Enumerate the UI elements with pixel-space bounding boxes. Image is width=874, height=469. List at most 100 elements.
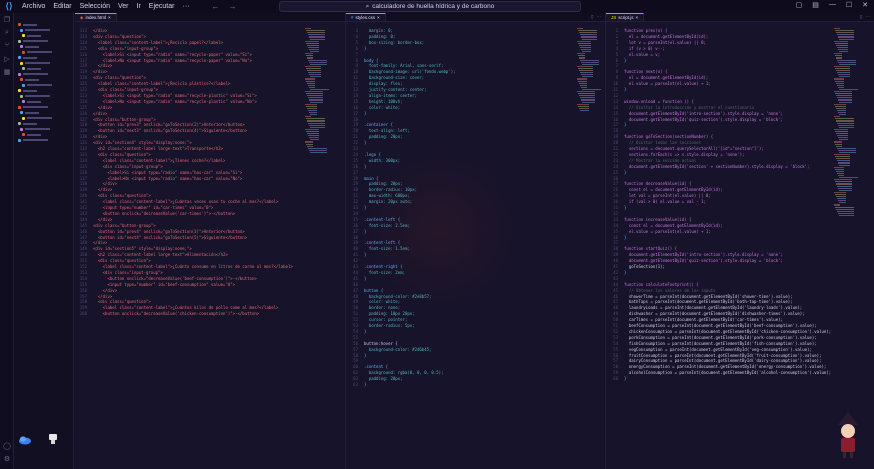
code-line[interactable]: <h2 class="content-label large-text">Tra… (93, 146, 223, 151)
code-line[interactable]: background-image: url('fondo.webp'); (364, 69, 456, 74)
code-line[interactable]: <label>Si <input type="radio" name="recy… (93, 52, 252, 57)
code-line[interactable]: <input type="number" id="car-times" valu… (93, 205, 214, 210)
code-line[interactable]: <div class="button-group"> (93, 117, 156, 122)
code-line[interactable]: let val = parseInt(el.value) || 0; (624, 193, 711, 198)
code-line[interactable]: </div> (93, 288, 117, 293)
code-line[interactable]: function prev(n) { (624, 28, 667, 33)
code-line[interactable]: <label>No <input type="radio" name="recy… (93, 99, 257, 104)
settings-gear-icon[interactable]: ⚙ (0, 452, 14, 465)
code-line[interactable]: <input type="number" id="beef-consumptio… (93, 282, 235, 287)
code-line[interactable]: background: rgba(0, 0, 0, 0.5); (364, 370, 444, 375)
split-editor-icon[interactable]: ▯ (591, 14, 593, 20)
code-line[interactable]: width: 300px; (364, 158, 400, 163)
menu-ver[interactable]: Ver (114, 3, 133, 10)
minimap[interactable] (834, 28, 858, 469)
code-line[interactable]: <div class="question"> (93, 75, 146, 80)
code-line[interactable]: // Mostrar la sección actual (624, 158, 696, 163)
split-editor-icon[interactable]: ▯ (860, 14, 862, 20)
code-line[interactable]: let v = parseInt(el.value) || 0; (624, 40, 706, 45)
code-line[interactable]: laundryLoads = parseInt(document.getElem… (624, 305, 802, 310)
code-line[interactable]: dairyConsumption = parseInt(document.get… (624, 358, 822, 363)
code-line[interactable]: } (624, 122, 626, 127)
menu-ir[interactable]: Ir (133, 3, 145, 10)
code-line[interactable]: color: white; (364, 105, 400, 110)
explorer-item[interactable] (14, 138, 73, 144)
code-line[interactable]: <button onclick="decreaseValue('chicken-… (93, 311, 260, 316)
code-line[interactable]: document.getElementById('quiz-section').… (624, 117, 783, 122)
code-line[interactable]: goToSection(1); (624, 264, 665, 269)
code-line[interactable]: <h2 class="content-label large-text">Ali… (93, 252, 228, 257)
code-line[interactable]: function increaseValue(id) { (624, 217, 691, 222)
menu-seleccion[interactable]: Selección (76, 3, 114, 10)
code-line[interactable]: </div> (93, 111, 107, 116)
code-line[interactable]: color: white; (364, 299, 400, 304)
code-line[interactable]: <label>Si <input type="radio" name="recy… (93, 93, 257, 98)
code-line[interactable]: padding: 20px; (364, 376, 403, 381)
code-line[interactable]: // Obtener los valores de los inputs (624, 288, 716, 293)
code-line[interactable]: fishConsumption = parseInt(document.getE… (624, 341, 817, 346)
panel-icon[interactable]: ▤ (812, 1, 819, 9)
code-line[interactable]: showerTime = parseInt(document.getElemen… (624, 294, 793, 299)
code-line[interactable]: button { (364, 288, 383, 293)
code-line[interactable]: padding: 0; (364, 34, 396, 39)
run-debug-icon[interactable]: ▷ (0, 52, 14, 65)
code-line[interactable]: <div class="question"> (93, 258, 151, 263)
account-icon[interactable]: ◯ (0, 439, 14, 452)
code-line[interactable]: // Ocultar todas las secciones (624, 140, 701, 145)
code-line[interactable]: beefConsumption = parseInt(document.getE… (624, 323, 817, 328)
code-line[interactable]: <div class="input-group"> (93, 87, 158, 92)
command-center-search[interactable]: ⌕ calculadore de huella hídrica y de car… (279, 1, 581, 12)
forward-arrow-icon[interactable]: → (228, 2, 236, 11)
code-line[interactable]: <label class="content-label">¿Cuánto con… (93, 264, 293, 269)
code-line[interactable]: alcoholConsumption = parseInt(document.g… (624, 370, 831, 375)
code-line[interactable]: <div class="input-group"> (93, 270, 163, 275)
tab-close-icon[interactable]: × (377, 15, 380, 20)
code-line[interactable]: el.value = v; (624, 52, 660, 57)
code-line[interactable]: carTimes = parseInt(document.getElementB… (624, 317, 783, 322)
code-line[interactable]: energyConsumption = parseInt(document.ge… (624, 364, 826, 369)
tab-script-js[interactable]: JS script.js × (606, 13, 645, 21)
code-line[interactable]: .container { (364, 122, 393, 127)
code-line[interactable]: } (624, 376, 626, 381)
minimap[interactable] (577, 28, 601, 469)
code-line[interactable]: </div> (93, 181, 117, 186)
menu-more[interactable]: ··· (178, 3, 193, 10)
code-line[interactable]: el = document.getElementById(id); (624, 75, 708, 80)
code-line[interactable]: } (364, 164, 366, 169)
code-line[interactable]: el.value = parseInt(el.value) + 1; (624, 81, 711, 86)
code-line[interactable]: document.getElementById('section' + sect… (624, 164, 810, 169)
tab-close-icon[interactable]: × (108, 15, 111, 20)
code-line[interactable]: display: flex; (364, 81, 403, 86)
code-line[interactable]: </div> (93, 63, 112, 68)
code-line[interactable]: background-color: #246b45; (364, 347, 432, 352)
code-line[interactable]: } (364, 140, 366, 145)
code-line[interactable]: <div class="question"> (93, 299, 151, 304)
code-line[interactable]: cursor: pointer; (364, 317, 408, 322)
code-line[interactable]: <button id="next4" onclick="goToSection(… (93, 235, 247, 240)
code-line[interactable]: border: none; (364, 305, 400, 310)
code-line[interactable]: document.getElementById('intro-section')… (624, 111, 783, 116)
code-line[interactable]: <div class="question"> (93, 34, 146, 39)
code-line[interactable]: <div class="button-group"> (93, 223, 156, 228)
code-line[interactable]: el = document.getElementById(id); (624, 34, 708, 39)
code-line[interactable]: function startQuiz() { (624, 246, 677, 251)
code-line[interactable]: <button id="prev4" onclick="goToSection(… (93, 229, 245, 234)
code-line[interactable]: <label class="content-label">¿Tienes coc… (93, 158, 226, 163)
code-line[interactable]: </div> (93, 240, 107, 245)
code-line[interactable]: function decreaseValue(id) { (624, 181, 691, 186)
menu-archivo[interactable]: Archivo (18, 3, 49, 10)
more-actions-icon[interactable]: ··· (866, 14, 871, 20)
more-actions-icon[interactable]: ··· (597, 14, 602, 20)
code-line[interactable]: } (624, 270, 626, 275)
tab-close-icon[interactable]: × (636, 15, 639, 20)
code-line[interactable]: </div> (93, 28, 107, 33)
code-line[interactable]: <label class="content-label">¿Cuántos ki… (93, 305, 279, 310)
code-line[interactable]: document.getElementById('quiz-section').… (624, 258, 783, 263)
layout-icon[interactable]: ▢ (796, 1, 803, 9)
code-line[interactable]: box-sizing: border-box; (364, 40, 424, 45)
code-line[interactable]: </div> (93, 69, 107, 74)
explorer-icon[interactable]: ❐ (0, 13, 14, 26)
tab-styles-css[interactable]: # styles.css × (346, 13, 386, 21)
code-line[interactable]: <label>No <input type="radio" name="recy… (93, 58, 252, 63)
minimize-icon[interactable]: — (829, 1, 836, 9)
